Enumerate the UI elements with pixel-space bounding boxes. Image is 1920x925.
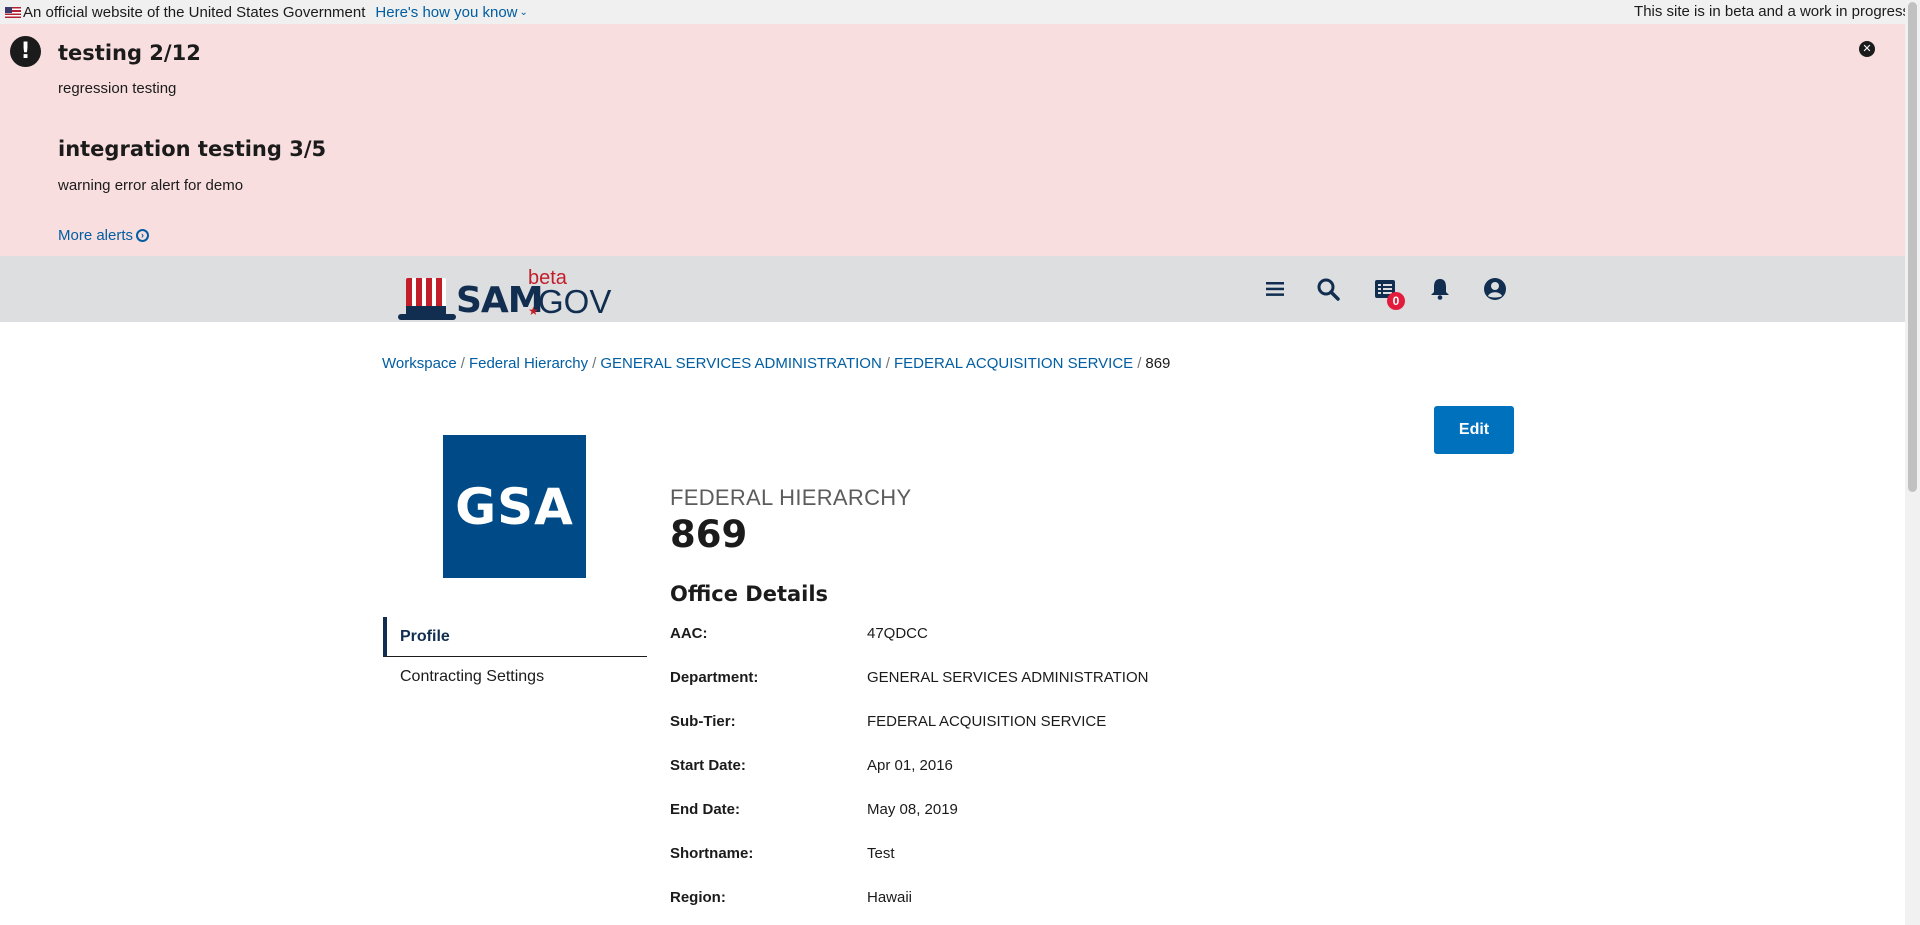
breadcrumb-workspace[interactable]: Workspace	[382, 355, 457, 372]
breadcrumb-fas[interactable]: FEDERAL ACQUISITION SERVICE	[894, 355, 1133, 372]
sam-gov-logo[interactable]: SAM beta ★ GOV	[398, 266, 611, 321]
breadcrumb-separator: /	[1137, 355, 1142, 372]
more-alerts-link[interactable]: More alerts ›	[58, 227, 150, 244]
edit-button[interactable]: Edit	[1434, 406, 1514, 454]
scrollbar-thumb[interactable]	[1908, 2, 1917, 492]
bell-icon[interactable]	[1427, 276, 1453, 302]
side-nav: Profile Contracting Settings	[383, 617, 647, 697]
search-icon[interactable]	[1315, 276, 1341, 302]
breadcrumb-separator: /	[460, 355, 465, 372]
detail-value: Apr 01, 2016	[867, 757, 953, 774]
breadcrumb-federal-hierarchy[interactable]: Federal Hierarchy	[469, 355, 588, 372]
detail-label: Start Date:	[670, 757, 746, 774]
detail-value: 47QDCC	[867, 625, 928, 642]
detail-label: Sub-Tier:	[670, 713, 736, 730]
alert-title: testing 2/12	[58, 41, 201, 65]
close-icon[interactable]: ✕	[1859, 41, 1875, 57]
detail-row-sub-tier: Sub-Tier: FEDERAL ACQUISITION SERVICE	[670, 713, 1106, 730]
official-website-text: An official website of the United States…	[23, 3, 366, 21]
breadcrumb-gsa[interactable]: GENERAL SERVICES ADMINISTRATION	[600, 355, 881, 372]
messages-count-badge: 0	[1387, 292, 1405, 310]
account-icon[interactable]	[1482, 276, 1508, 302]
arrow-circle-right-icon: ›	[136, 229, 150, 242]
alerts-panel: ! ✕ testing 2/12 regression testing inte…	[0, 24, 1905, 256]
gov-banner: An official website of the United States…	[0, 0, 1905, 24]
more-alerts-label: More alerts	[58, 227, 134, 244]
detail-row-shortname: Shortname: Test	[670, 845, 895, 862]
breadcrumb-separator: /	[885, 355, 890, 372]
beta-notice: This site is in beta and a work in progr…	[1634, 3, 1910, 20]
page-title: 869	[670, 513, 748, 556]
detail-value: GENERAL SERVICES ADMINISTRATION	[867, 669, 1149, 686]
sidenav-item-profile[interactable]: Profile	[383, 617, 647, 657]
gsa-logo: GSA	[443, 435, 586, 578]
detail-value: FEDERAL ACQUISITION SERVICE	[867, 713, 1107, 730]
page-scrollbar[interactable]	[1905, 0, 1920, 925]
alert-title: integration testing 3/5	[58, 137, 327, 161]
detail-label: Shortname:	[670, 845, 754, 862]
alert-body: regression testing	[58, 80, 177, 97]
heres-how-you-know-link[interactable]: Here's how you know ⌄	[375, 4, 528, 21]
us-flag-icon	[5, 6, 21, 18]
logo-gov-text: GOV	[538, 283, 612, 320]
breadcrumb-current: 869	[1145, 355, 1171, 372]
site-header: SAM beta ★ GOV	[0, 256, 1905, 322]
heres-how-you-know-label: Here's how you know	[375, 3, 518, 21]
detail-label: Region:	[670, 889, 726, 906]
detail-label: End Date:	[670, 801, 741, 818]
detail-label: Department:	[670, 669, 759, 686]
detail-value: Hawaii	[867, 889, 913, 906]
alert-body: warning error alert for demo	[58, 177, 244, 194]
detail-label: AAC:	[670, 625, 708, 642]
section-title: Office Details	[670, 582, 829, 606]
detail-value: Test	[867, 845, 895, 862]
page-kicker: FEDERAL HIERARCHY	[670, 485, 912, 510]
chevron-down-icon: ⌄	[519, 6, 528, 18]
detail-row-aac: AAC: 47QDCC	[670, 625, 928, 642]
exclamation-icon: !	[10, 36, 41, 67]
detail-value: May 08, 2019	[867, 801, 958, 818]
detail-row-department: Department: GENERAL SERVICES ADMINISTRAT…	[670, 669, 1148, 686]
detail-row-end-date: End Date: May 08, 2019	[670, 801, 958, 818]
detail-row-region: Region: Hawaii	[670, 889, 912, 906]
menu-icon[interactable]	[1262, 276, 1288, 302]
detail-row-start-date: Start Date: Apr 01, 2016	[670, 757, 953, 774]
sidenav-item-contracting-settings[interactable]: Contracting Settings	[383, 657, 647, 697]
breadcrumb: Workspace / Federal Hierarchy / GENERAL …	[382, 355, 1170, 372]
uncle-sam-hat-icon	[398, 278, 456, 322]
breadcrumb-separator: /	[592, 355, 597, 372]
